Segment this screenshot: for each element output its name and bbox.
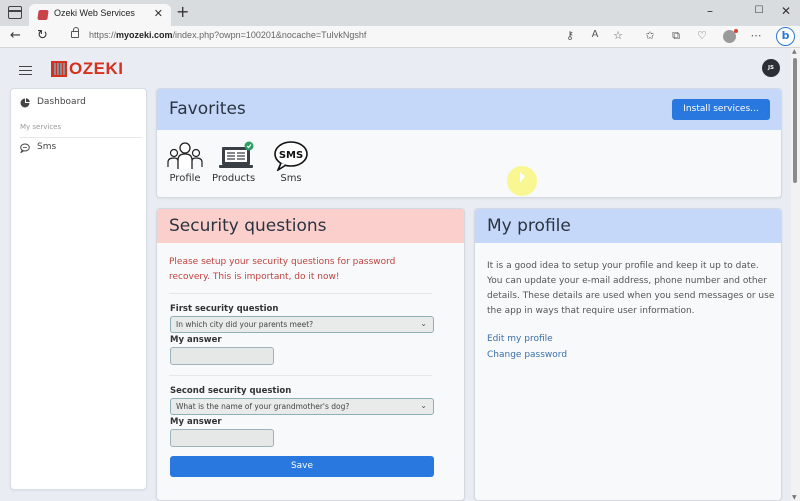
favorites-icon[interactable]: ✩ xyxy=(642,29,658,42)
first-answer-label: My answer xyxy=(170,335,222,345)
my-profile-header: My profile xyxy=(475,209,781,243)
second-question-label: Second security question xyxy=(170,386,292,396)
divider xyxy=(20,137,142,138)
security-warning: Please setup your security questions for… xyxy=(169,257,396,282)
svg-text:SMS: SMS xyxy=(279,150,303,161)
security-questions-title: Security questions xyxy=(169,216,327,236)
profile-icon[interactable] xyxy=(723,29,738,43)
divider xyxy=(169,293,432,294)
collections-icon[interactable]: ⧉ xyxy=(668,29,684,43)
more-icon[interactable]: ⋯ xyxy=(748,29,764,42)
lock-icon xyxy=(71,27,79,38)
sms-bubble-icon: SMS xyxy=(274,141,308,171)
new-tab-button[interactable]: + xyxy=(176,3,189,21)
read-aloud-icon[interactable]: A xyxy=(587,29,603,40)
people-icon xyxy=(167,142,203,169)
divider xyxy=(169,375,432,376)
maximize-button[interactable]: ☐ xyxy=(749,5,769,16)
scrollbar-thumb[interactable] xyxy=(793,58,797,183)
profile-description: It is a good idea to setup your profile … xyxy=(487,261,775,316)
security-questions-header: Security questions xyxy=(157,209,464,243)
save-button[interactable]: Save xyxy=(170,456,434,477)
address-bar: ← ↻ https://myozeki.com/index.php?owpn=1… xyxy=(0,26,800,48)
ozeki-favicon-icon xyxy=(37,10,49,20)
menu-icon[interactable] xyxy=(19,66,32,75)
favorites-title: Favorites xyxy=(169,99,246,119)
security-questions-card: Security questions Please setup your sec… xyxy=(156,208,465,501)
browser-essentials-icon[interactable]: ♡ xyxy=(694,29,710,42)
laptop-check-icon xyxy=(218,141,254,168)
chevron-down-icon: ⌄ xyxy=(420,401,427,410)
browser-tab[interactable]: Ozeki Web Services ✕ xyxy=(29,4,171,26)
bing-icon[interactable]: b xyxy=(776,27,795,46)
second-answer-label: My answer xyxy=(170,417,222,427)
favorites-header: Favorites Install services... xyxy=(157,89,781,130)
mouse-cursor-icon xyxy=(520,172,525,183)
close-tab-icon[interactable]: ✕ xyxy=(154,7,163,20)
sidebar-item-dashboard[interactable]: Dashboard xyxy=(11,95,147,113)
install-services-button[interactable]: Install services... xyxy=(672,99,770,120)
user-avatar[interactable]: JS xyxy=(762,59,780,77)
password-key-icon[interactable]: ⚷ xyxy=(562,29,578,42)
scroll-up-icon[interactable]: ▲ xyxy=(792,48,797,55)
sidebar-item-sms[interactable]: Sms xyxy=(11,140,147,158)
ozeki-logo-icon xyxy=(51,61,67,77)
favorite-star-icon[interactable]: ☆ xyxy=(610,29,626,42)
second-question-select[interactable]: What is the name of your grandmother's d… xyxy=(170,398,434,415)
first-question-label: First security question xyxy=(170,304,279,314)
favorite-profile[interactable]: Profile xyxy=(167,141,203,184)
url-field[interactable]: https://myozeki.com/index.php?owpn=10020… xyxy=(89,30,366,40)
second-answer-input[interactable] xyxy=(170,429,274,447)
chevron-down-icon: ⌄ xyxy=(420,319,427,328)
change-password-link[interactable]: Change password xyxy=(487,350,567,360)
edit-profile-link[interactable]: Edit my profile xyxy=(487,334,553,344)
favorite-products[interactable]: Products xyxy=(212,141,255,184)
page-scrollbar[interactable]: ▲ ▼ xyxy=(791,48,800,501)
section-label-my-services: My services xyxy=(20,123,62,131)
pie-chart-icon xyxy=(20,98,30,108)
favorites-card: Favorites Install services... Profile Pr… xyxy=(156,88,782,198)
browser-tab-bar: Ozeki Web Services ✕ + – ☐ ✕ xyxy=(0,0,800,26)
first-answer-input[interactable] xyxy=(170,347,274,365)
chat-bubble-icon xyxy=(20,143,30,153)
sidebar: Dashboard My services Sms xyxy=(10,88,147,490)
my-profile-title: My profile xyxy=(487,216,571,236)
first-question-select[interactable]: In which city did your parents meet? ⌄ xyxy=(170,316,434,333)
favorite-sms[interactable]: SMS Sms xyxy=(273,141,309,184)
tab-title: Ozeki Web Services xyxy=(54,8,135,18)
my-profile-card: My profile It is a good idea to setup yo… xyxy=(474,208,782,501)
back-icon[interactable]: ← xyxy=(10,28,21,43)
ozeki-logo[interactable]: OZEKI xyxy=(51,59,123,78)
close-window-button[interactable]: ✕ xyxy=(776,4,796,18)
minimize-button[interactable]: – xyxy=(700,4,720,18)
page: OZEKI JS Dashboard My services Sms Favor… xyxy=(0,48,791,501)
tab-actions-icon[interactable] xyxy=(8,6,22,19)
scroll-down-icon[interactable]: ▼ xyxy=(792,494,797,501)
refresh-icon[interactable]: ↻ xyxy=(37,28,48,43)
